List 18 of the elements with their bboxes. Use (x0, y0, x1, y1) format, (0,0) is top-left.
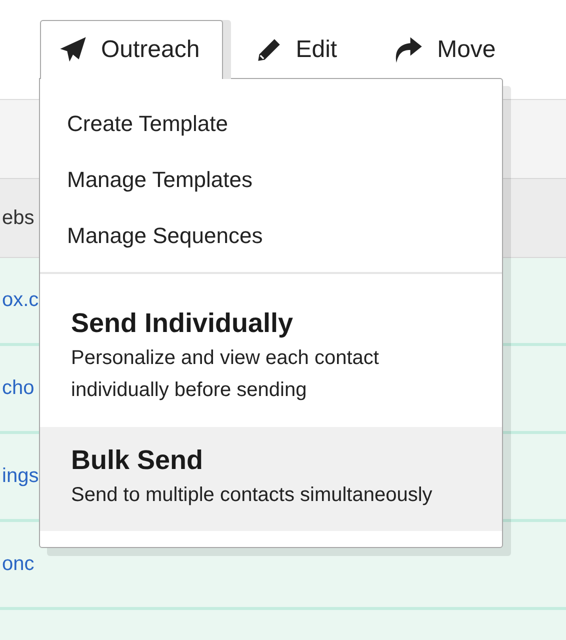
website-link[interactable]: onc (2, 553, 34, 576)
column-header: ebs (2, 206, 34, 230)
option-description: Send to multiple contacts simultaneously (71, 483, 434, 508)
share-arrow-icon (393, 36, 424, 64)
pencil-icon (256, 37, 282, 63)
menu-item[interactable]: Create Template (40, 96, 502, 152)
toolbar-tab[interactable]: Move (374, 20, 519, 79)
website-link[interactable]: cho (2, 377, 34, 400)
menu-item[interactable]: Manage Sequences (40, 208, 502, 264)
toolbar-tab[interactable]: Edit (236, 20, 360, 79)
paper-plane-icon (59, 36, 87, 64)
option-title: Send Individually (71, 308, 294, 338)
option-title: Bulk Send (71, 445, 204, 475)
website-link[interactable]: ox.c (2, 289, 39, 312)
menu-item[interactable]: Manage Templates (40, 152, 502, 208)
option-description: Personalize and view each contact individually before sending (71, 346, 380, 403)
website-link[interactable]: ings (2, 465, 39, 488)
send-option[interactable]: Bulk Send Send to multiple contacts simultaneously (40, 427, 502, 531)
